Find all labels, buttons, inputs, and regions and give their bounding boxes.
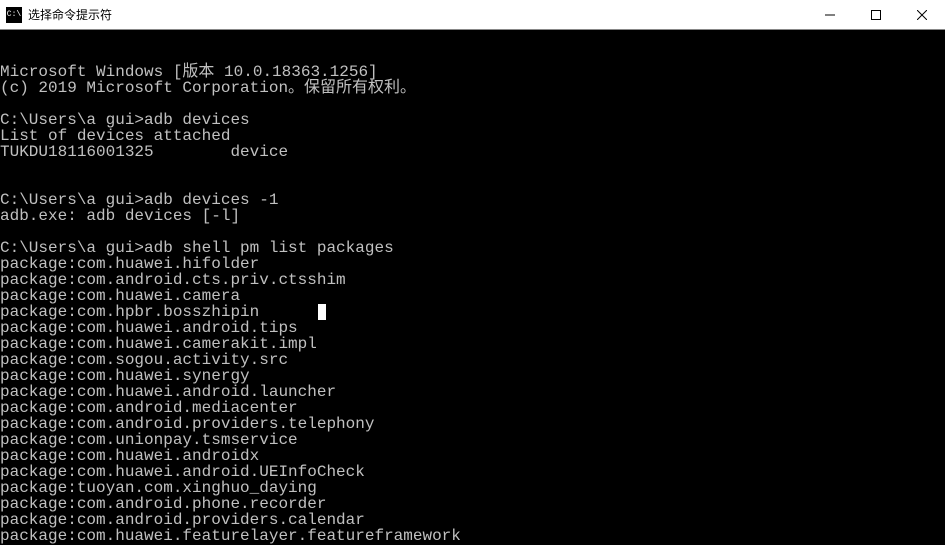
terminal-line: package:com.huawei.camerakit.impl (0, 336, 945, 352)
terminal-line: C:\Users\a gui>adb devices -1 (0, 192, 945, 208)
terminal-line: package:com.huawei.hifolder (0, 256, 945, 272)
terminal-line: C:\Users\a gui>adb shell pm list package… (0, 240, 945, 256)
terminal-line: package:com.android.providers.calendar (0, 512, 945, 528)
titlebar[interactable]: C:\ 选择命令提示符 (0, 0, 945, 30)
close-icon (917, 10, 927, 20)
terminal-line: package:com.huawei.camera (0, 288, 945, 304)
minimize-button[interactable] (807, 0, 853, 29)
terminal-line: C:\Users\a gui>adb devices (0, 112, 945, 128)
terminal-line: package:com.huawei.android.launcher (0, 384, 945, 400)
terminal-line: List of devices attached (0, 128, 945, 144)
terminal-line: package:com.hpbr.bosszhipin (0, 304, 945, 320)
terminal-line: package:com.sogou.activity.src (0, 352, 945, 368)
terminal-line: package:com.huawei.androidx (0, 448, 945, 464)
terminal-line (0, 224, 945, 240)
terminal-line: package:com.android.mediacenter (0, 400, 945, 416)
terminal-line: package:com.huawei.featurelayer.featuref… (0, 528, 945, 544)
close-button[interactable] (899, 0, 945, 29)
terminal-line: package:com.huawei.android.UEInfoCheck (0, 464, 945, 480)
terminal-line: package:com.android.providers.telephony (0, 416, 945, 432)
terminal-output[interactable]: Microsoft Windows [版本 10.0.18363.1256](c… (0, 30, 945, 510)
terminal-line: Microsoft Windows [版本 10.0.18363.1256] (0, 64, 945, 80)
terminal-line (0, 176, 945, 192)
maximize-button[interactable] (853, 0, 899, 29)
terminal-line: package:com.unionpay.tsmservice (0, 432, 945, 448)
terminal-line: package:tuoyan.com.xinghuo_daying (0, 480, 945, 496)
terminal-line (0, 160, 945, 176)
maximize-icon (871, 10, 881, 20)
window-title: 选择命令提示符 (28, 6, 807, 23)
app-icon: C:\ (6, 7, 22, 23)
terminal-line: (c) 2019 Microsoft Corporation。保留所有权利。 (0, 80, 945, 96)
terminal-line: TUKDU18116001325 device (0, 144, 945, 160)
terminal-line: package:com.android.cts.priv.ctsshim (0, 272, 945, 288)
text-cursor (318, 304, 326, 320)
window-controls (807, 0, 945, 29)
terminal-line: adb.exe: adb devices [-l] (0, 208, 945, 224)
terminal-line (0, 96, 945, 112)
terminal-line: package:com.huawei.synergy (0, 368, 945, 384)
terminal-line: package:com.huawei.android.tips (0, 320, 945, 336)
minimize-icon (825, 10, 835, 20)
